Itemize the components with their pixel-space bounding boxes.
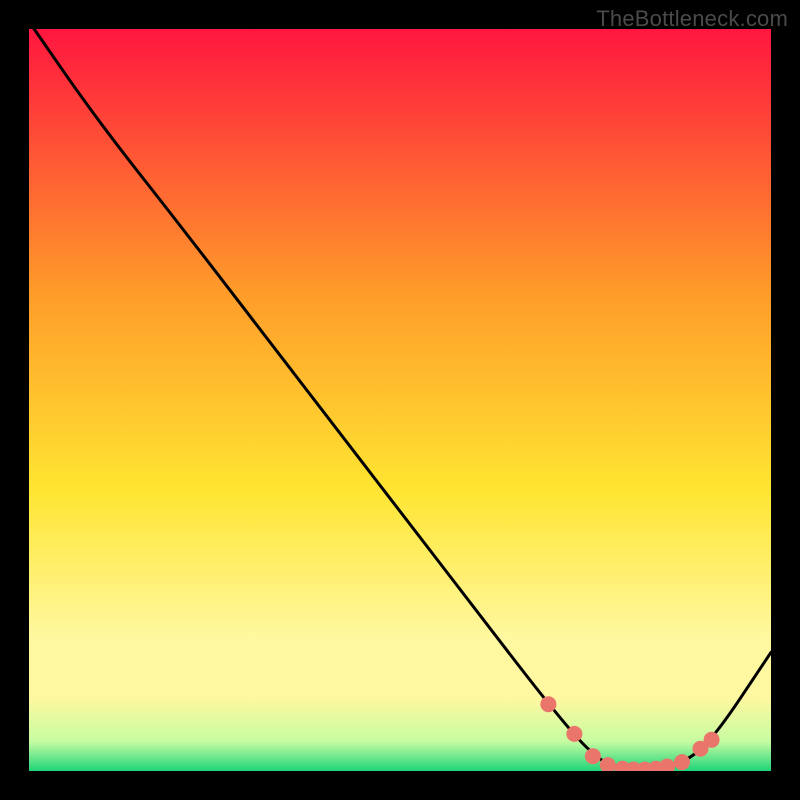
highlight-marker: [704, 732, 720, 748]
gradient-background: [29, 29, 771, 771]
highlight-marker: [566, 726, 582, 742]
chart-frame: TheBottleneck.com: [0, 0, 800, 800]
highlight-marker: [540, 696, 556, 712]
highlight-marker: [585, 748, 601, 764]
highlight-marker: [674, 754, 690, 770]
plot-area: [29, 29, 771, 771]
bottleneck-chart-svg: [29, 29, 771, 771]
watermark-text: TheBottleneck.com: [596, 6, 788, 32]
